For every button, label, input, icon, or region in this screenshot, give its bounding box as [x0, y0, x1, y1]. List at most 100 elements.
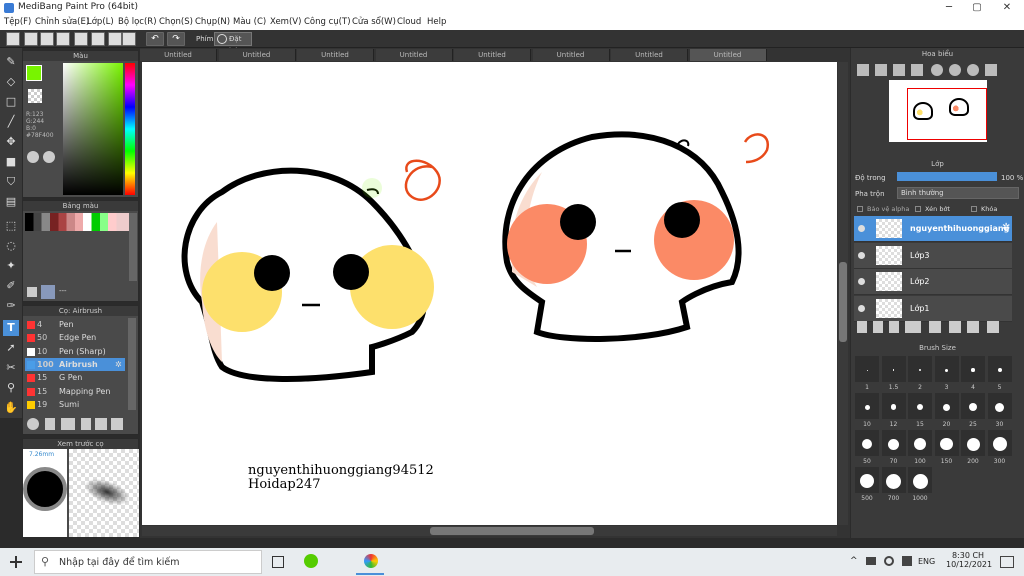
duplicate-layer-icon[interactable] — [949, 321, 961, 333]
brush-folder-icon[interactable] — [95, 418, 107, 430]
reset-button[interactable]: Đặt lại — [214, 32, 252, 55]
brush-item[interactable]: 15 Mapping Pen — [25, 385, 125, 398]
bucket-tool-icon[interactable]: ⛉ — [3, 174, 19, 190]
brush-size-option[interactable]: 2 — [908, 356, 932, 391]
protect-alpha-checkbox[interactable] — [857, 206, 863, 212]
palette-scrollbar[interactable] — [129, 213, 137, 281]
palette-swatches[interactable] — [25, 213, 129, 231]
brush-tool-icon[interactable]: ✎ — [3, 54, 19, 70]
tab-untitled[interactable]: Untitled — [689, 49, 767, 61]
clip-checkbox[interactable] — [915, 206, 921, 212]
brush-size-option[interactable]: 150 — [934, 430, 959, 465]
tray-chevron-icon[interactable]: ^ — [850, 556, 858, 566]
chrome-icon[interactable] — [304, 554, 318, 568]
menu-edit[interactable]: Chỉnh sửa(E) — [35, 17, 89, 27]
chat-icon[interactable] — [40, 32, 54, 46]
brush-size-option[interactable]: 1.5 — [881, 356, 906, 391]
brush-item[interactable]: 100 Airbrush ✲ — [25, 357, 125, 371]
tab-untitled[interactable]: Untitled — [611, 49, 688, 61]
move-tool-icon[interactable]: ✥ — [3, 134, 19, 150]
menu-filter[interactable]: Bộ lọc(R) — [118, 17, 157, 27]
brush-size-option[interactable]: 30 — [987, 393, 1012, 428]
menu-color[interactable]: Màu (C) — [233, 17, 266, 27]
brush-size-option[interactable]: 10 — [855, 393, 879, 428]
select-eraser-icon[interactable]: ✑ — [3, 298, 19, 314]
tab-untitled[interactable]: Untitled — [375, 49, 453, 61]
layer-row[interactable]: Lớp3 — [854, 242, 1012, 269]
volume-icon[interactable] — [902, 556, 912, 566]
taskbar-search[interactable]: ⚲ Nhập tại đây để tìm kiếm — [34, 550, 262, 574]
wifi-icon[interactable] — [884, 556, 894, 566]
brush-size-option[interactable]: 1 — [855, 356, 879, 391]
select-pen-icon[interactable]: ✐ — [3, 278, 19, 294]
brush-size-option[interactable]: 50 — [855, 430, 879, 465]
page-icon[interactable] — [74, 32, 88, 46]
fit-icon[interactable] — [893, 64, 905, 76]
menu-select[interactable]: Chọn(S) — [159, 17, 193, 27]
brush-size-option[interactable]: 200 — [961, 430, 985, 465]
brush-scrollbar[interactable] — [128, 318, 136, 410]
tab-untitled[interactable]: Untitled — [454, 49, 531, 61]
navigator-thumbnail[interactable] — [889, 80, 987, 142]
brush-item[interactable]: 4 Pen — [25, 318, 125, 331]
brush-size-option[interactable]: 25 — [961, 393, 985, 428]
notification-icon[interactable] — [1000, 556, 1014, 568]
brush-size-option[interactable]: 500 — [855, 467, 879, 502]
visibility-eye-icon[interactable] — [858, 225, 865, 232]
palette-new-icon[interactable] — [27, 287, 37, 297]
tab-untitled[interactable]: Untitled — [532, 49, 610, 61]
brush-size-option[interactable]: 15 — [908, 393, 932, 428]
eyedropper-icon[interactable]: ⚲ — [3, 380, 19, 396]
lock-checkbox[interactable] — [971, 206, 977, 212]
primary-color-swatch[interactable] — [26, 65, 42, 81]
opacity-slider[interactable] — [897, 172, 997, 181]
clock[interactable]: 8:30 CH 10/12/2021 — [946, 551, 992, 569]
fill-rect-tool-icon[interactable]: ■ — [3, 154, 19, 170]
battery-icon[interactable] — [866, 557, 876, 565]
cloud-icon[interactable] — [6, 32, 20, 46]
new-layer-icon[interactable] — [857, 321, 867, 333]
brush-cloud-icon[interactable] — [27, 418, 39, 430]
menu-tools[interactable]: Công cụ(T) — [304, 17, 351, 27]
layer-row[interactable]: Lớp1 — [854, 295, 1012, 322]
palette-delete-icon[interactable] — [41, 285, 55, 299]
menu-snap[interactable]: Chụp(N) — [195, 17, 230, 27]
text-tool-icon[interactable]: T — [3, 320, 19, 336]
brush-add-icon[interactable] — [61, 418, 75, 430]
new-8bit-layer-icon[interactable] — [889, 321, 899, 333]
grid-icon[interactable] — [91, 32, 105, 46]
brush-size-option[interactable]: 4 — [961, 356, 985, 391]
brush-settings-icon[interactable]: ✲ — [115, 358, 122, 371]
undo-icon[interactable]: ↶ — [146, 32, 164, 46]
layer-settings-icon[interactable]: ✲ — [1002, 222, 1010, 233]
hue-slider[interactable] — [125, 63, 135, 195]
color-sv-field[interactable] — [63, 63, 123, 195]
canvas-hscroll[interactable] — [142, 526, 837, 536]
reset-rotate-icon[interactable] — [967, 64, 979, 76]
tab-untitled[interactable]: Untitled — [218, 49, 296, 61]
layer-folder-icon[interactable] — [929, 321, 941, 333]
brush-size-option[interactable]: 5 — [987, 356, 1012, 391]
select-tool-icon[interactable]: ⬚ — [3, 218, 19, 234]
tab-untitled[interactable]: Untitled — [140, 49, 217, 61]
brush-size-option[interactable]: 100 — [908, 430, 932, 465]
tab-untitled[interactable]: Untitled — [297, 49, 374, 61]
divide-tool-icon[interactable]: ✂ — [3, 360, 19, 376]
language-indicator[interactable]: ENG — [918, 557, 935, 566]
actual-size-icon[interactable] — [911, 64, 923, 76]
visibility-eye-icon[interactable] — [858, 278, 865, 285]
visibility-eye-icon[interactable] — [858, 304, 865, 312]
brush-item[interactable]: 15 G Pen — [25, 371, 125, 384]
menu-view[interactable]: Xem(V) — [270, 17, 301, 27]
windows-start-icon[interactable] — [10, 556, 22, 568]
canvas-vscroll[interactable] — [838, 62, 848, 525]
comment-icon[interactable] — [56, 32, 70, 46]
lasso-tool-icon[interactable]: ◌ — [3, 238, 19, 254]
brush-size-option[interactable]: 3 — [934, 356, 959, 391]
menu-window[interactable]: Cửa sổ(W) — [352, 17, 396, 27]
menu-cloud[interactable]: Cloud — [397, 17, 421, 27]
brush-item[interactable]: 19 Sumi — [25, 398, 125, 411]
color-wheel-icon[interactable] — [27, 151, 39, 163]
flip-icon[interactable] — [985, 64, 997, 76]
delete-layer-icon[interactable] — [987, 321, 999, 333]
